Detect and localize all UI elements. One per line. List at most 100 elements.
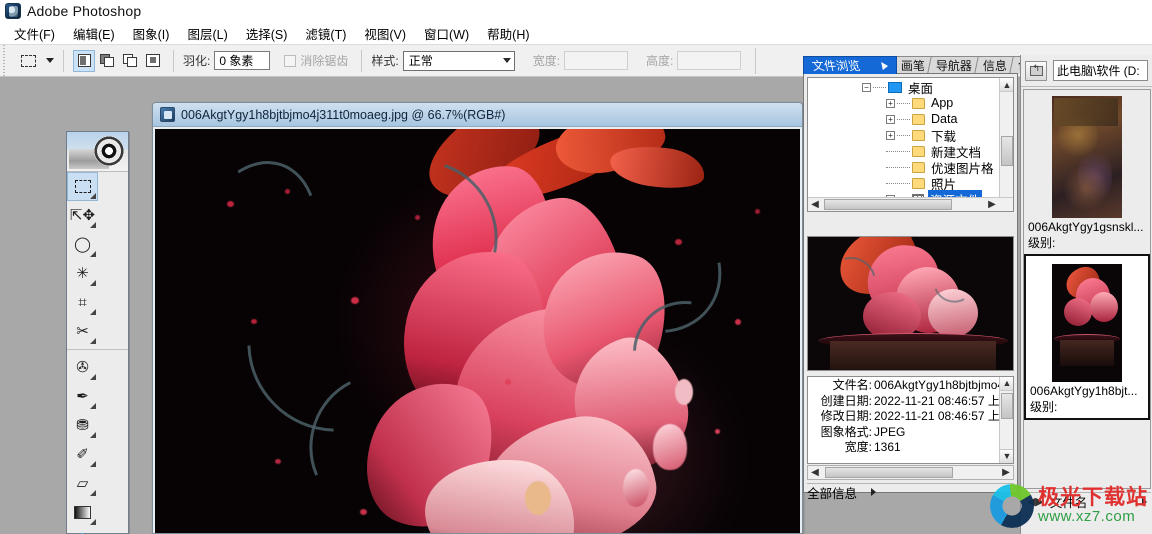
scroll-thumb[interactable] xyxy=(824,199,952,210)
width-input[interactable] xyxy=(564,51,629,70)
menu-item-filter[interactable]: 滤镜(T) xyxy=(296,22,355,45)
tool-blur[interactable]: 💧 xyxy=(67,527,98,534)
scroll-left-icon[interactable]: ◀ xyxy=(808,466,822,479)
desktop-icon xyxy=(888,81,902,93)
thumbnail-pane-footer[interactable]: ◀▶ 文件名 xyxy=(1023,492,1151,510)
thumbnail-item-1[interactable]: 006AkgtYgy1gsnskl... 级别: xyxy=(1024,96,1150,254)
scroll-right-icon[interactable]: ▶ xyxy=(999,466,1013,479)
metadata-footer[interactable]: 全部信息 xyxy=(807,483,1014,501)
metadata-horizontal-scrollbar[interactable]: ◀ ▶ xyxy=(807,465,1014,480)
add-to-selection-button[interactable] xyxy=(96,49,118,72)
tree-row-image-tool[interactable]: 优速图片格 xyxy=(808,159,999,176)
expand-icon[interactable]: + xyxy=(886,114,895,124)
scroll-right-icon[interactable]: ▶ xyxy=(985,198,999,211)
move-icon: ⇱✥ xyxy=(69,207,96,224)
lasso-icon: ◯ xyxy=(74,236,91,253)
tool-lasso[interactable]: ◯ xyxy=(67,230,98,259)
menu-item-select[interactable]: 选择(S) xyxy=(237,22,297,45)
metadata-value: 006AkgtYgy1h8bjtbjmo4j3 xyxy=(874,378,1014,392)
toolbox-header-banner[interactable] xyxy=(67,132,128,172)
tool-eraser[interactable]: ▱ xyxy=(67,469,98,498)
image-canvas[interactable] xyxy=(155,129,800,533)
scroll-thumb[interactable] xyxy=(1001,136,1013,166)
scroll-left-icon[interactable]: ◀ xyxy=(808,198,822,211)
scroll-up-icon[interactable]: ▲ xyxy=(1000,78,1013,92)
thumbnail-caption: 006AkgtYgy1h8bjt... xyxy=(1030,384,1138,398)
paintbrush-icon: ✒ xyxy=(76,388,89,405)
tab-navigator[interactable]: 导航器 xyxy=(927,56,981,74)
expand-icon[interactable]: + xyxy=(886,98,895,108)
options-separator-3 xyxy=(361,49,363,72)
tab-file-browser[interactable]: 文件浏览 xyxy=(803,56,898,74)
menu-item-view[interactable]: 视图(V) xyxy=(355,22,415,45)
tool-gradient[interactable] xyxy=(67,498,98,527)
menu-item-edit[interactable]: 编辑(E) xyxy=(64,22,124,45)
options-separator-2 xyxy=(173,49,174,72)
metadata-key: 修改日期: xyxy=(820,409,872,423)
metadata-key: 文件名: xyxy=(832,378,872,392)
expand-icon[interactable]: + xyxy=(886,130,895,140)
options-bar-grip[interactable] xyxy=(0,44,8,77)
thumbnail-list[interactable]: 006AkgtYgy1gsnskl... 级别: 006AkgtYgy1h8bj… xyxy=(1023,89,1151,489)
metadata-value: 2022-11-21 08:46:57 上午 xyxy=(874,409,1012,423)
tool-rectangular-marquee[interactable] xyxy=(67,172,98,201)
menu-item-layer[interactable]: 图层(L) xyxy=(178,22,236,45)
new-selection-button[interactable] xyxy=(73,49,95,72)
collapse-icon[interactable]: − xyxy=(862,82,871,92)
tool-divider-1 xyxy=(67,349,128,350)
tool-magic-wand[interactable]: ✳ xyxy=(67,259,98,288)
tool-crop[interactable]: ⌗ xyxy=(67,288,98,317)
tool-slice[interactable]: ✂ xyxy=(67,317,98,346)
file-metadata-list[interactable]: 文件名: 006AkgtYgy1h8bjtbjmo4j3 创建日期: 2022-… xyxy=(807,376,1014,464)
subtract-from-selection-button[interactable] xyxy=(119,49,141,72)
scroll-down-icon[interactable]: ▼ xyxy=(1000,449,1013,463)
scroll-up-icon[interactable]: ▲ xyxy=(1000,377,1013,391)
tool-history-brush[interactable]: ✐ xyxy=(67,440,98,469)
metadata-value: 2022-11-21 08:46:57 上午 xyxy=(874,393,1012,408)
metadata-filter-arrow-icon[interactable] xyxy=(871,488,877,496)
tool-clone-stamp[interactable]: ⛃ xyxy=(67,411,98,440)
tool-preset-chevron-down-icon[interactable] xyxy=(46,58,54,63)
feather-input[interactable]: 0 象素 xyxy=(214,51,271,70)
tree-vertical-scrollbar[interactable]: ▲ ▼ xyxy=(999,78,1013,211)
tool-paintbrush[interactable]: ✒ xyxy=(67,382,98,411)
palette-menu-arrow-icon[interactable] xyxy=(881,61,889,70)
magic-wand-icon: ✳ xyxy=(76,265,89,282)
menu-item-file[interactable]: 文件(F) xyxy=(5,22,64,45)
artwork-floral-explosion xyxy=(155,129,800,533)
eye-icon xyxy=(94,136,124,166)
app-title-bar: Adobe Photoshop xyxy=(0,0,1152,22)
path-dropdown[interactable]: 此电脑\软件 (D: xyxy=(1053,60,1148,81)
folder-tree[interactable]: − 桌面 + App + Data + 下载 新建文档 优速图片格 照片 ▲ ◀… xyxy=(807,77,1014,212)
tab-navigator-label: 导航器 xyxy=(935,59,972,73)
menu-item-image[interactable]: 图象(I) xyxy=(124,22,179,45)
tool-move[interactable]: ⇱✥ xyxy=(67,201,98,230)
current-tool-button[interactable] xyxy=(16,49,41,72)
antialias-checkbox[interactable]: 消除锯齿 xyxy=(284,52,352,69)
thumbnail-item-2[interactable]: 006AkgtYgy1h8bjt... 级别: xyxy=(1024,254,1150,420)
metadata-vertical-scrollbar[interactable]: ▲ ▼ xyxy=(999,377,1013,463)
tree-row-app[interactable]: + App xyxy=(808,95,999,111)
gradient-icon xyxy=(74,506,91,519)
crop-icon: ⌗ xyxy=(78,294,87,311)
folder-up-button[interactable] xyxy=(1025,60,1047,81)
thumbnail-caption: 006AkgtYgy1gsnskl... xyxy=(1028,220,1144,234)
document-title-bar[interactable]: 006AkgtYgy1h8bjtbjmo4j311t0moaeg.jpg @ 6… xyxy=(153,103,802,127)
menu-item-window[interactable]: 窗口(W) xyxy=(415,22,478,45)
sort-order-icon[interactable]: ◀▶ xyxy=(1027,495,1044,508)
tree-row-desktop[interactable]: − 桌面 xyxy=(808,79,999,96)
intersect-selection-button[interactable] xyxy=(142,49,164,72)
height-input[interactable] xyxy=(677,51,742,70)
style-select[interactable]: 正常 xyxy=(402,50,515,71)
sort-menu-arrow-icon[interactable] xyxy=(1142,497,1147,506)
scroll-thumb[interactable] xyxy=(1001,393,1013,419)
folder-icon xyxy=(912,97,925,109)
menu-item-help[interactable]: 帮助(H) xyxy=(478,22,538,45)
menu-bar: 文件(F) 编辑(E) 图象(I) 图层(L) 选择(S) 滤镜(T) 视图(V… xyxy=(0,22,1152,44)
tree-dots xyxy=(886,150,910,152)
tool-healing-brush[interactable]: ✇ xyxy=(67,353,98,382)
tree-horizontal-scrollbar[interactable]: ◀ ▶ xyxy=(808,197,1013,211)
scroll-thumb[interactable] xyxy=(825,467,953,478)
folder-up-icon xyxy=(1029,63,1043,76)
tree-row-data[interactable]: + Data xyxy=(808,111,999,127)
